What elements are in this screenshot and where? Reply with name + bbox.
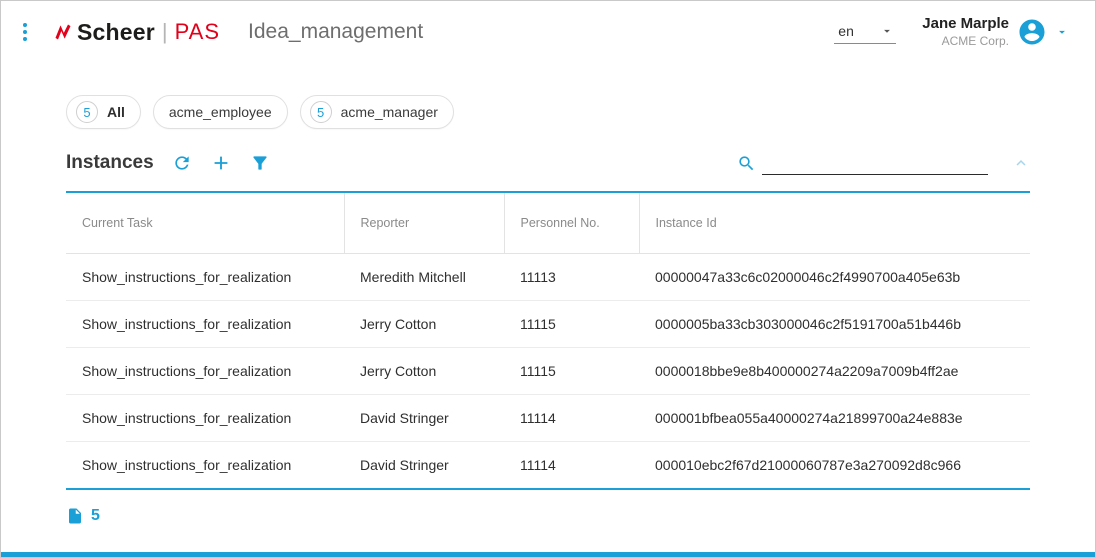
table-cell: Show_instructions_for_realization <box>66 301 344 348</box>
column-header[interactable]: Instance Id <box>639 192 1030 254</box>
table-header-row: Current TaskReporterPersonnel No.Instanc… <box>66 192 1030 254</box>
user-name: Jane Marple <box>922 15 1009 34</box>
search-input[interactable] <box>762 151 988 175</box>
search-icon <box>737 154 756 173</box>
filter-chip-acme_employee[interactable]: acme_employee <box>153 95 288 129</box>
table-cell: 11114 <box>504 395 639 442</box>
brand-scheer-text: Scheer <box>77 19 155 46</box>
header-right: en Jane Marple ACME Corp. <box>834 15 1069 49</box>
kebab-menu-icon[interactable] <box>19 19 31 45</box>
chevron-down-icon[interactable] <box>1055 25 1069 39</box>
search-group <box>737 151 988 175</box>
result-count-value: 5 <box>91 507 100 525</box>
table-cell: Show_instructions_for_realization <box>66 348 344 395</box>
collapse-panel-icon[interactable] <box>1012 154 1030 172</box>
instances-toolbar: Instances <box>66 151 1030 175</box>
table-cell: Meredith Mitchell <box>344 254 504 301</box>
table-row[interactable]: Show_instructions_for_realizationDavid S… <box>66 442 1030 490</box>
filter-chip-all[interactable]: 5 All <box>66 95 141 129</box>
chip-label: acme_employee <box>169 104 272 120</box>
chip-label: All <box>107 104 125 120</box>
brand-logo: Scheer | PAS <box>53 19 220 46</box>
document-icon <box>66 507 84 525</box>
result-count: 5 <box>66 507 1095 525</box>
column-header[interactable]: Current Task <box>66 192 344 254</box>
user-org: ACME Corp. <box>922 34 1009 49</box>
column-header[interactable]: Personnel No. <box>504 192 639 254</box>
table-cell: 11115 <box>504 348 639 395</box>
language-select[interactable]: en <box>834 21 896 44</box>
table-cell: 11115 <box>504 301 639 348</box>
user-menu[interactable]: Jane Marple ACME Corp. <box>922 15 1069 49</box>
table-row[interactable]: Show_instructions_for_realizationDavid S… <box>66 395 1030 442</box>
table-row[interactable]: Show_instructions_for_realizationJerry C… <box>66 348 1030 395</box>
add-icon[interactable] <box>210 152 232 174</box>
scheer-logo-icon <box>53 22 73 42</box>
column-header[interactable]: Reporter <box>344 192 504 254</box>
brand-pas-text: PAS <box>175 19 220 45</box>
table-row[interactable]: Show_instructions_for_realizationJerry C… <box>66 301 1030 348</box>
filter-icon[interactable] <box>250 153 270 173</box>
table-cell: 11113 <box>504 254 639 301</box>
table-cell: David Stringer <box>344 395 504 442</box>
instances-table: Current TaskReporterPersonnel No.Instanc… <box>66 191 1030 490</box>
caret-down-icon <box>880 24 894 38</box>
table-cell: David Stringer <box>344 442 504 490</box>
table-cell: 11114 <box>504 442 639 490</box>
table-cell: Jerry Cotton <box>344 348 504 395</box>
table-cell: 00000047a33c6c02000046c2f4990700a405e63b <box>639 254 1030 301</box>
top-header: Scheer | PAS Idea_management en Jane Mar… <box>1 1 1095 63</box>
brand-divider: | <box>162 19 168 45</box>
user-text: Jane Marple ACME Corp. <box>922 15 1009 49</box>
instances-table-wrap: Current TaskReporterPersonnel No.Instanc… <box>66 191 1030 490</box>
instances-title: Instances <box>66 152 154 174</box>
table-cell: Show_instructions_for_realization <box>66 395 344 442</box>
chip-label: acme_manager <box>341 104 438 120</box>
app-window: Scheer | PAS Idea_management en Jane Mar… <box>0 0 1096 558</box>
page-title: Idea_management <box>248 20 423 44</box>
table-cell: 000010ebc2f67d21000060787e3a270092d8c966 <box>639 442 1030 490</box>
table-cell: 000001bfbea055a40000274a21899700a24e883e <box>639 395 1030 442</box>
language-value: en <box>838 23 854 39</box>
refresh-icon[interactable] <box>172 153 192 173</box>
table-cell: Jerry Cotton <box>344 301 504 348</box>
bottom-accent-bar <box>1 552 1095 557</box>
chip-count-badge: 5 <box>310 101 332 123</box>
table-cell: Show_instructions_for_realization <box>66 442 344 490</box>
table-cell: 0000005ba33cb303000046c2f5191700a51b446b <box>639 301 1030 348</box>
filter-chip-acme_manager[interactable]: 5 acme_manager <box>300 95 454 129</box>
avatar-icon[interactable] <box>1017 17 1047 47</box>
chip-count-badge: 5 <box>76 101 98 123</box>
table-cell: Show_instructions_for_realization <box>66 254 344 301</box>
table-cell: 0000018bbe9e8b400000274a2209a7009b4ff2ae <box>639 348 1030 395</box>
filter-chips: 5 All acme_employee 5 acme_manager <box>66 95 1095 129</box>
table-row[interactable]: Show_instructions_for_realizationMeredit… <box>66 254 1030 301</box>
